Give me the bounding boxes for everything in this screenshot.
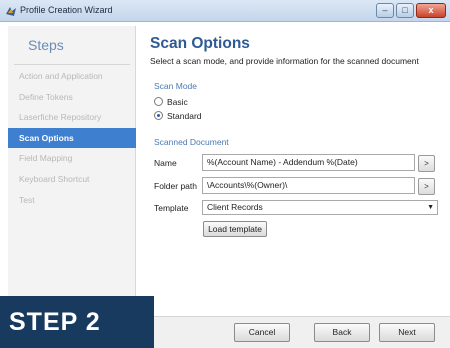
name-label: Name: [154, 158, 177, 168]
step-item-test[interactable]: Test: [8, 190, 136, 211]
page-title: Scan Options: [150, 35, 250, 52]
scan-mode-standard-option[interactable]: Standard: [154, 110, 202, 121]
template-select-value: Client Records: [207, 202, 263, 212]
name-field[interactable]: %(Account Name) - Addendum %(Date): [202, 154, 415, 171]
next-button[interactable]: Next: [379, 323, 435, 342]
sidebar-divider: [14, 64, 130, 65]
step-item-field-mapping[interactable]: Field Mapping: [8, 148, 136, 169]
cancel-button[interactable]: Cancel: [234, 323, 290, 342]
minimize-button[interactable]: –: [376, 3, 394, 18]
scan-mode-basic-option[interactable]: Basic: [154, 96, 188, 107]
standard-radio[interactable]: [154, 111, 163, 120]
chevron-down-icon: ▼: [427, 204, 434, 211]
step-item-define-tokens[interactable]: Define Tokens: [8, 87, 136, 108]
load-template-button[interactable]: Load template: [203, 221, 267, 237]
step-item-action-and-application[interactable]: Action and Application: [8, 66, 136, 87]
step-banner-text: STEP 2: [9, 308, 101, 336]
maximize-icon: □: [402, 5, 408, 15]
folder-path-browse-button[interactable]: >: [418, 178, 435, 195]
step-item-scan-options[interactable]: Scan Options: [8, 127, 136, 149]
name-token-button[interactable]: >: [418, 155, 435, 172]
title-bar: Profile Creation Wizard – □ x: [0, 0, 450, 22]
close-button[interactable]: x: [416, 3, 446, 18]
folder-path-field[interactable]: \Accounts\%(Owner)\: [202, 177, 415, 194]
basic-radio[interactable]: [154, 97, 163, 106]
step-banner: STEP 2: [0, 296, 154, 348]
maximize-button[interactable]: □: [396, 3, 414, 18]
back-button[interactable]: Back: [314, 323, 370, 342]
template-label: Template: [154, 203, 189, 213]
sidebar-heading: Steps: [28, 37, 64, 53]
step-list: Action and Application Define Tokens Las…: [8, 66, 136, 210]
main-panel: Scan Options Select a scan mode, and pro…: [150, 26, 444, 348]
step-item-keyboard-shortcut[interactable]: Keyboard Shortcut: [8, 169, 136, 190]
basic-radio-label: Basic: [167, 96, 188, 107]
close-icon: x: [428, 5, 434, 15]
step-item-laserfiche-repository[interactable]: Laserfiche Repository: [8, 107, 136, 128]
scan-mode-label: Scan Mode: [154, 81, 197, 91]
page-subtitle: Select a scan mode, and provide informat…: [150, 56, 419, 66]
scanned-document-label: Scanned Document: [154, 137, 229, 147]
app-icon: [6, 7, 16, 16]
minimize-icon: –: [382, 5, 388, 15]
template-select[interactable]: Client Records ▼: [202, 200, 438, 215]
window-title: Profile Creation Wizard: [20, 5, 113, 15]
folder-path-label: Folder path: [154, 181, 197, 191]
wizard-footer: Cancel Back Next: [136, 316, 450, 348]
standard-radio-label: Standard: [167, 110, 202, 121]
